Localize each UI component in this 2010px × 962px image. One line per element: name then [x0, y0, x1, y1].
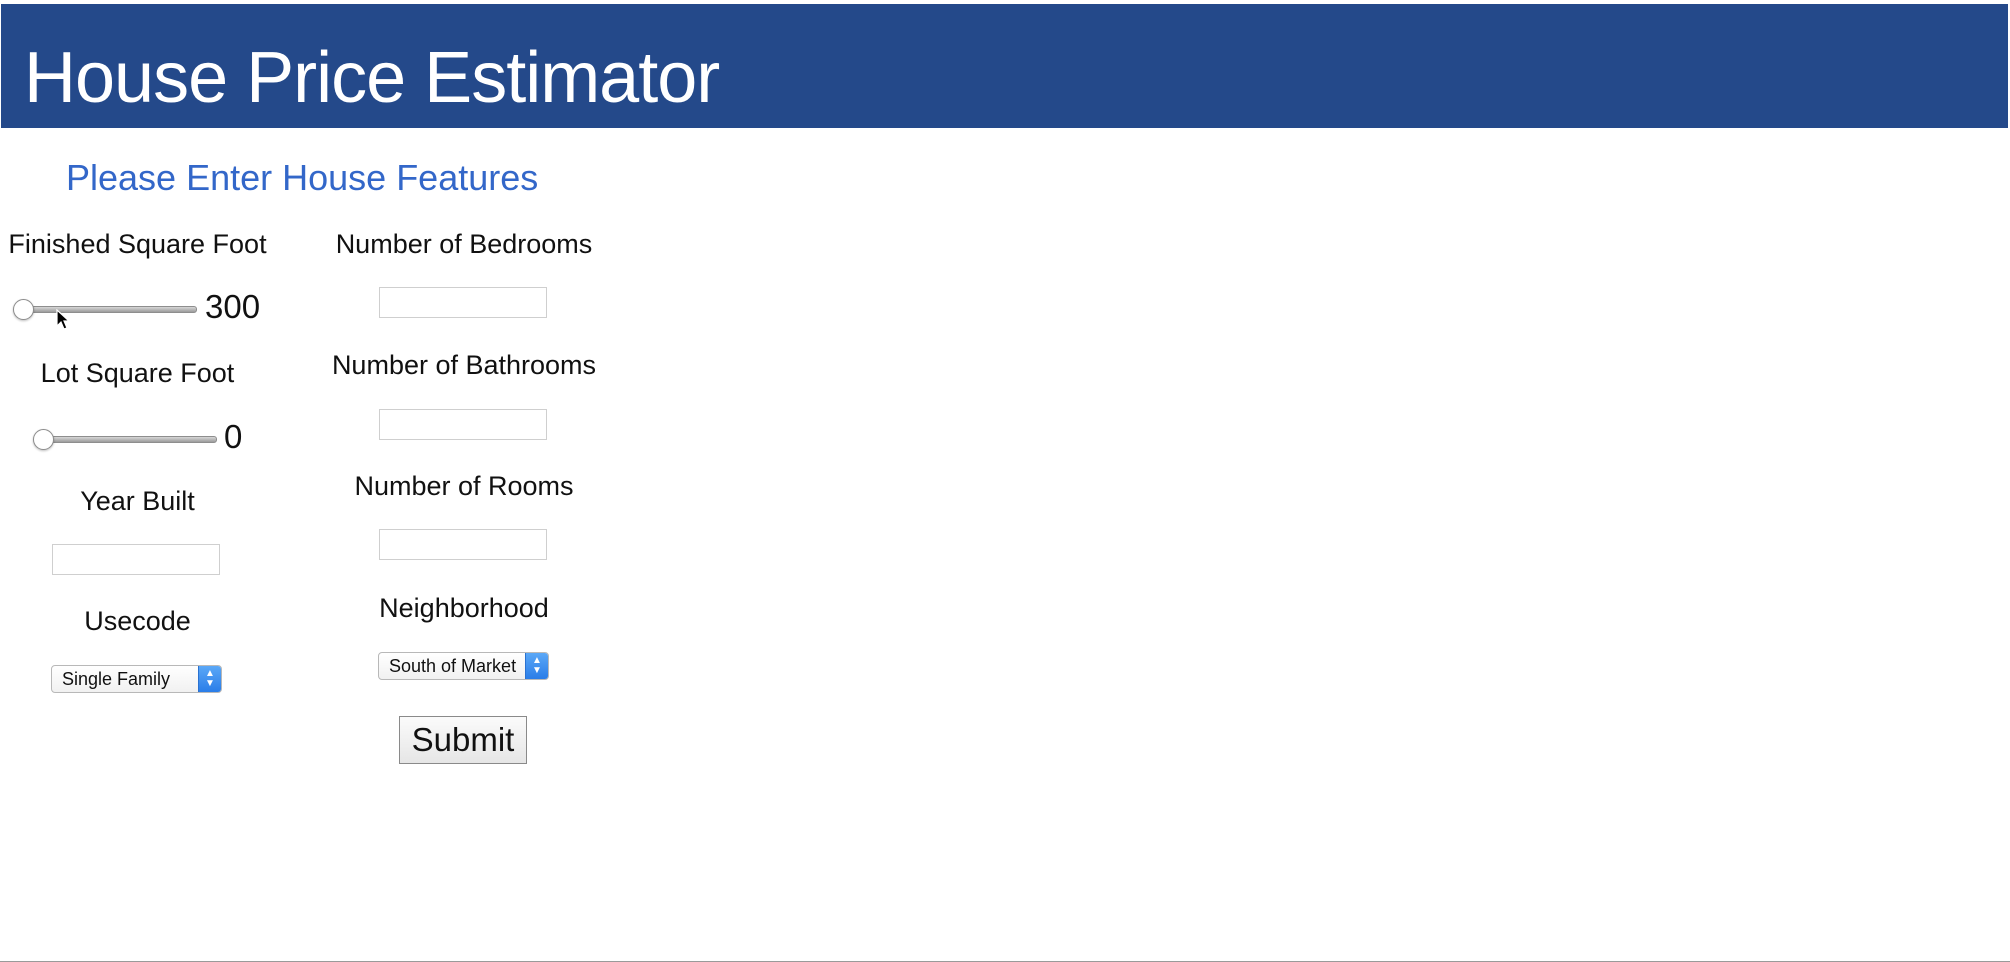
- app-header: House Price Estimator: [1, 4, 2008, 128]
- slider-track: [21, 306, 197, 313]
- finished-sqft-slider[interactable]: [13, 294, 197, 324]
- lot-sqft-slider[interactable]: [33, 424, 217, 454]
- form-section-title: Please Enter House Features: [66, 157, 539, 198]
- neighborhood-select[interactable]: South of Market ▲ ▼: [378, 652, 549, 680]
- bedrooms-input[interactable]: [379, 287, 547, 318]
- bedrooms-label: Number of Bedrooms: [335, 229, 593, 259]
- usecode-select[interactable]: Single Family ▲ ▼: [51, 665, 222, 693]
- usecode-selected-value: Single Family: [62, 669, 171, 689]
- neighborhood-selected-value: South of Market: [389, 656, 517, 676]
- lot-sqft-value: 0: [224, 418, 243, 455]
- finished-sqft-label: Finished Square Foot: [8, 229, 267, 259]
- arrow-cursor-icon: [56, 309, 70, 330]
- chevron-up-down-icon: ▲ ▼: [525, 653, 548, 679]
- rooms-input[interactable]: [379, 529, 547, 560]
- slider-thumb[interactable]: [33, 429, 54, 450]
- submit-button[interactable]: Submit: [399, 716, 527, 764]
- bathrooms-input[interactable]: [379, 409, 547, 440]
- year-built-label: Year Built: [80, 486, 195, 516]
- year-built-input[interactable]: [52, 544, 220, 575]
- slider-thumb[interactable]: [13, 299, 34, 320]
- bathrooms-label: Number of Bathrooms: [331, 350, 597, 380]
- slider-track: [41, 436, 217, 443]
- finished-sqft-value: 300: [205, 288, 261, 325]
- page: House Price Estimator Please Enter House…: [0, 0, 2010, 962]
- neighborhood-label: Neighborhood: [379, 593, 549, 623]
- chevron-up-down-icon: ▲ ▼: [198, 666, 221, 692]
- page-title: House Price Estimator: [24, 38, 720, 118]
- lot-sqft-label: Lot Square Foot: [40, 358, 235, 388]
- usecode-label: Usecode: [84, 606, 191, 636]
- rooms-label: Number of Rooms: [354, 471, 574, 501]
